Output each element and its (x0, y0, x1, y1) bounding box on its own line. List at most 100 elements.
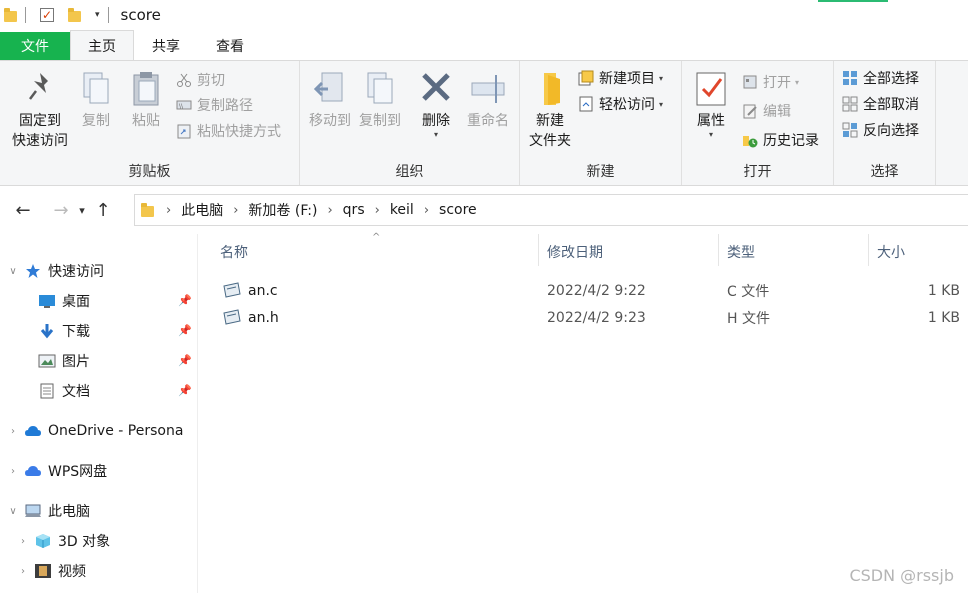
nav-onedrive[interactable]: › OneDrive - Persona (6, 417, 183, 445)
properties-dropdown-icon[interactable]: ▾ (709, 131, 713, 139)
file-modified: 2022/4/2 9:23 (547, 309, 646, 326)
copy-to-button[interactable]: 复制到 (354, 69, 406, 131)
breadcrumb-keil[interactable]: keil (384, 202, 420, 218)
nav-this-pc-label: 此电脑 (48, 504, 90, 520)
address-folder-icon (141, 202, 154, 217)
customize-toolbar-icon[interactable]: ▾ (95, 10, 100, 20)
edit-button[interactable]: 编辑 (742, 100, 791, 122)
open-button[interactable]: 打开 ▾ (742, 71, 799, 93)
column-header-type[interactable]: 类型 (727, 240, 755, 264)
organize-group: 移动到 复制到 删除 ▾ 重命名 组织 (300, 61, 520, 185)
delete-button[interactable]: 删除 ▾ (416, 69, 456, 139)
watermark: CSDN @rssjb (849, 566, 954, 585)
chevron-down-icon[interactable]: ∨ (6, 506, 20, 517)
open-dropdown-icon[interactable]: ▾ (795, 78, 799, 87)
file-modified: 2022/4/2 9:22 (547, 282, 646, 299)
properties-button[interactable]: 属性 ▾ (688, 69, 734, 139)
copy-path-button[interactable]: \\ 复制路径 (176, 94, 253, 116)
nav-wps[interactable]: › WPS网盘 (6, 457, 107, 485)
clipboard-group-title: 剪贴板 (128, 164, 171, 180)
paste-button[interactable]: 粘贴 (126, 69, 166, 131)
file-row[interactable]: an.h 2022/4/2 9:23 H 文件 1 KB (214, 304, 968, 331)
nav-this-pc[interactable]: ∨ 此电脑 (6, 497, 90, 525)
nav-desktop[interactable]: 桌面 (38, 287, 90, 315)
new-folder-button[interactable]: 新建 文件夹 (526, 69, 574, 151)
chevron-right-icon[interactable]: › (16, 536, 30, 547)
history-button[interactable]: 历史记录 (742, 129, 819, 151)
paste-shortcut-button[interactable]: 粘贴快捷方式 (176, 120, 281, 142)
delete-dropdown-icon[interactable]: ▾ (434, 131, 438, 139)
easy-access-dropdown-icon[interactable]: ▾ (659, 100, 663, 109)
nav-videos[interactable]: › 视频 (16, 557, 86, 585)
column-header-name[interactable]: 名称 (220, 240, 248, 264)
nav-pictures[interactable]: 图片 (38, 347, 90, 375)
breadcrumb-qrs[interactable]: qrs (337, 202, 371, 218)
copy-path-label: 复制路径 (197, 98, 253, 114)
title-accent (818, 0, 888, 2)
breadcrumb-this-pc[interactable]: 此电脑 (175, 200, 229, 220)
select-none-button[interactable]: 全部取消 (842, 93, 919, 115)
sort-ascending-icon: ^ (372, 232, 381, 243)
pin-to-quick-access-button[interactable]: 固定到 快速访问 (8, 69, 72, 151)
column-header-modified[interactable]: 修改日期 (547, 240, 603, 264)
new-item-dropdown-icon[interactable]: ▾ (659, 74, 663, 83)
properties-check-icon[interactable]: ✓ (40, 8, 54, 22)
copy-icon (78, 69, 114, 107)
nav-quick-access[interactable]: ∨ 快速访问 (6, 257, 104, 285)
pin-icon[interactable]: 📌 (178, 384, 192, 397)
chevron-right-icon[interactable]: › (16, 566, 30, 577)
forward-arrow-icon[interactable]: → (48, 195, 74, 225)
copy-button[interactable]: 复制 (76, 69, 116, 131)
clipboard-group: 固定到 快速访问 复制 粘贴 剪切 \\ 复制路径 粘贴快捷方式 剪贴板 (0, 61, 300, 185)
tab-share[interactable]: 共享 (134, 32, 198, 60)
file-row[interactable]: an.c 2022/4/2 9:22 C 文件 1 KB (214, 277, 968, 304)
address-bar[interactable]: › 此电脑 › 新加卷 (F:) › qrs › keil › score (134, 194, 968, 226)
back-arrow-icon[interactable]: ← (10, 195, 36, 225)
breadcrumb-separator[interactable]: › (162, 203, 175, 218)
recent-locations-chevron-icon[interactable]: ▾ (74, 195, 90, 225)
new-item-button[interactable]: 新建项目 ▾ (578, 67, 663, 89)
breadcrumb-drive[interactable]: 新加卷 (F:) (242, 200, 323, 220)
move-to-button[interactable]: 移动到 (304, 69, 356, 131)
breadcrumb-separator[interactable]: › (323, 203, 336, 218)
select-all-icon (842, 70, 858, 86)
pictures-icon (38, 353, 56, 369)
pin-label-1: 固定到 (19, 113, 61, 129)
star-icon (24, 263, 42, 279)
column-header-size[interactable]: 大小 (877, 240, 905, 264)
breadcrumb-separator[interactable]: › (371, 203, 384, 218)
select-all-button[interactable]: 全部选择 (842, 67, 919, 89)
breadcrumb-separator[interactable]: › (420, 203, 433, 218)
edit-icon (742, 103, 758, 119)
invert-selection-button[interactable]: 反向选择 (842, 119, 919, 141)
column-divider[interactable] (868, 234, 869, 266)
pin-icon[interactable]: 📌 (178, 294, 192, 307)
up-arrow-icon[interactable]: ↑ (90, 195, 116, 225)
ribbon-tabs: 文件 主页 共享 查看 (0, 30, 968, 60)
rename-button[interactable]: 重命名 (464, 69, 512, 131)
tab-home[interactable]: 主页 (70, 30, 134, 60)
pin-icon[interactable]: 📌 (178, 324, 192, 337)
nav-quick-access-label: 快速访问 (48, 264, 104, 280)
chevron-right-icon[interactable]: › (6, 466, 20, 477)
nav-3d-objects[interactable]: › 3D 对象 (16, 527, 110, 555)
breadcrumb-separator[interactable]: › (229, 203, 242, 218)
select-none-icon (842, 96, 858, 112)
tab-view[interactable]: 查看 (198, 32, 262, 60)
chevron-down-icon[interactable]: ∨ (6, 266, 20, 277)
chevron-right-icon[interactable]: › (6, 426, 20, 437)
column-divider[interactable] (538, 234, 539, 266)
new-folder-icon[interactable] (68, 7, 81, 22)
file-name: an.h (248, 309, 279, 326)
cut-button[interactable]: 剪切 (176, 69, 225, 91)
nav-documents[interactable]: 文档 (38, 377, 90, 405)
nav-downloads[interactable]: 下载 (38, 317, 90, 345)
copy-to-label: 复制到 (359, 113, 401, 129)
tab-file[interactable]: 文件 (0, 32, 70, 60)
download-arrow-icon (38, 323, 56, 339)
pin-icon[interactable]: 📌 (178, 354, 192, 367)
navigation-pane: ∨ 快速访问 桌面 📌 下载 📌 图片 📌 文档 📌 › OneDrive - … (0, 234, 198, 593)
column-divider[interactable] (718, 234, 719, 266)
easy-access-button[interactable]: 轻松访问 ▾ (578, 93, 663, 115)
breadcrumb-score[interactable]: score (433, 202, 483, 218)
